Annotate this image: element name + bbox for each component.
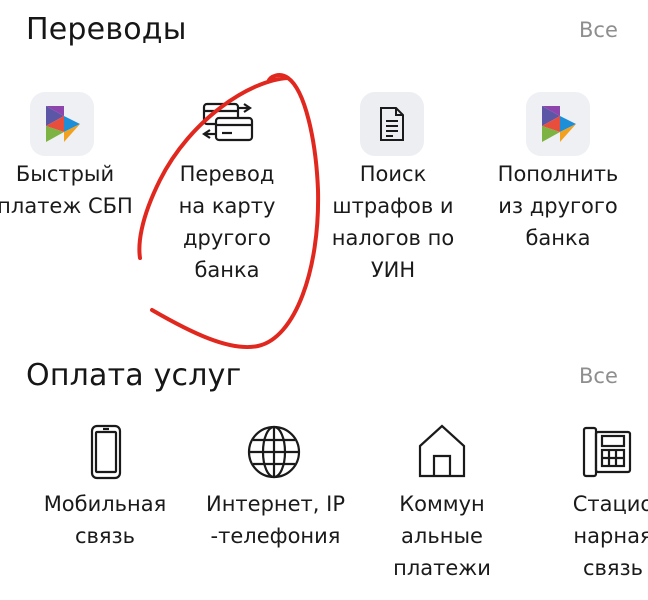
mobile-phone-icon (89, 424, 123, 480)
card-transfer-icon (200, 100, 256, 146)
document-icon (360, 92, 424, 156)
house-icon (414, 422, 470, 480)
sbp-logo-icon (30, 92, 94, 156)
transfer-item-label: Поиск штрафов и налогов по УИН (331, 162, 455, 282)
transfer-item-label: Пополнить из другого банка (497, 162, 619, 250)
service-item-label: Интернет, IP -телефония (205, 492, 345, 548)
transfer-item-label: Перевод на карту другого банка (178, 162, 276, 282)
services-title: Оплата услуг (26, 358, 242, 393)
service-item-label: Мобильная связь (43, 492, 167, 548)
transfers-all-link[interactable]: Все (579, 18, 618, 42)
services-all-link[interactable]: Все (579, 364, 618, 388)
globe-icon (246, 424, 302, 480)
landline-phone-icon (582, 424, 632, 480)
transfers-title: Переводы (26, 12, 187, 47)
service-item-label: Стацио нарная связь (572, 492, 648, 580)
transfer-item-label: Быстрый платеж СБП (0, 162, 133, 218)
sbp-logo-icon (526, 92, 590, 156)
service-item-label: Коммун альные платежи (393, 492, 491, 580)
